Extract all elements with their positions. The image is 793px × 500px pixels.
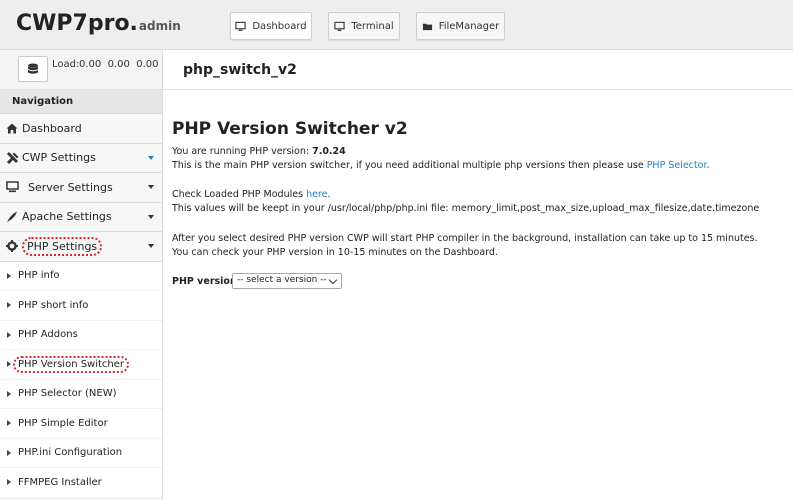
php-selector-link[interactable]: PHP Selector — [647, 160, 707, 171]
main-content: PHP Version Switcher v2 You are running … — [163, 91, 793, 500]
monitor-icon — [334, 21, 345, 31]
subitem-label: PHP Simple Editor — [18, 417, 108, 429]
sidebar-subitem-php-short-info[interactable]: PHP short info — [0, 291, 162, 321]
subitem-label: PHP info — [18, 270, 60, 282]
install-info-line-1: After you select desired PHP version CWP… — [172, 233, 758, 244]
sidebar-subitem-php-selector[interactable]: PHP Selector (NEW) — [0, 380, 162, 409]
chevron-down-icon — [148, 244, 154, 248]
sidebar-item-label: Dashboard — [22, 121, 82, 135]
caret-right-icon — [7, 449, 11, 456]
modules-suffix: . — [327, 189, 331, 200]
content-heading: PHP Version Switcher v2 — [172, 119, 408, 139]
sidebar-subitem-php-ini-configuration[interactable]: PHP.ini Configuration — [0, 439, 162, 468]
subitem-label: PHP short info — [18, 299, 89, 311]
running-version-value: 7.0.24 — [312, 146, 346, 157]
modules-line: Check Loaded PHP Modules here. — [172, 189, 331, 200]
brand-logo[interactable]: CWP7pro.admin — [16, 11, 181, 36]
top-header: CWP7pro.admin Dashboard Terminal FileMan… — [0, 0, 793, 50]
chevron-down-icon — [148, 185, 154, 189]
filemanager-button-label: FileManager — [438, 20, 500, 32]
sidebar-subitem-ffmpeg-installer[interactable]: FFMPEG Installer — [0, 468, 162, 498]
monitor-icon — [235, 21, 246, 31]
database-icon — [28, 63, 38, 74]
feather-icon — [5, 210, 19, 224]
terminal-button[interactable]: Terminal — [328, 12, 400, 40]
sidebar-item-php-settings[interactable]: PHP Settings — [0, 232, 162, 262]
filemanager-button[interactable]: FileManager — [416, 12, 505, 40]
brand-name: CWP7pro. — [16, 11, 138, 36]
sidebar-item-server-settings[interactable]: Server Settings — [0, 173, 162, 203]
load-label: Load: — [52, 59, 80, 70]
sidebar-item-label: PHP Settings — [22, 236, 103, 256]
sidebar-subitem-php-addons[interactable]: PHP Addons — [0, 321, 162, 350]
database-button[interactable] — [18, 56, 48, 82]
sidebar-item-label: Server Settings — [28, 180, 113, 194]
description-line: This is the main PHP version switcher, i… — [172, 160, 710, 171]
running-version-line: You are running PHP version: 7.0.24 — [172, 146, 346, 157]
sidebar-item-cwp-settings[interactable]: CWP Settings — [0, 143, 162, 173]
running-version-prefix: You are running PHP version: — [172, 146, 313, 157]
modules-text: Check Loaded PHP Modules — [172, 189, 307, 200]
gear-icon — [5, 239, 19, 253]
chevron-down-icon — [148, 155, 154, 160]
caret-right-icon — [7, 479, 11, 486]
chevron-down-icon — [328, 275, 338, 285]
php-version-label: PHP version: — [172, 276, 241, 287]
php-settings-submenu: PHP info PHP short info PHP Addons PHP V… — [0, 261, 162, 498]
sidebar-item-dashboard[interactable]: Dashboard — [0, 114, 162, 144]
load-bar: Load: 0.00 0.00 0.00 — [0, 50, 163, 90]
terminal-button-label: Terminal — [351, 20, 394, 32]
server-icon — [5, 180, 19, 194]
sidebar: Navigation Dashboard CWP Settings Server… — [0, 90, 163, 500]
page-title: php_switch_v2 — [183, 62, 297, 78]
php-ini-values-line: This values will be keept in your /usr/l… — [172, 203, 760, 214]
caret-right-icon — [7, 331, 11, 338]
tools-icon — [5, 151, 19, 165]
page-title-bar: php_switch_v2 — [163, 50, 793, 90]
description-suffix: . — [706, 160, 710, 171]
php-version-select[interactable]: -- select a version -- — [232, 273, 342, 289]
nav-heading: Navigation — [0, 90, 162, 114]
caret-right-icon — [7, 361, 11, 368]
sidebar-item-label: CWP Settings — [22, 151, 96, 165]
sidebar-subitem-php-info[interactable]: PHP info — [0, 262, 162, 291]
sidebar-item-apache-settings[interactable]: Apache Settings — [0, 202, 162, 232]
home-icon — [5, 121, 19, 135]
caret-right-icon — [7, 420, 11, 427]
chevron-down-icon — [148, 214, 154, 219]
php-version-select-value: -- select a version -- — [237, 275, 327, 285]
sidebar-subitem-php-version-switcher[interactable]: PHP Version Switcher — [0, 350, 162, 380]
caret-right-icon — [7, 390, 11, 397]
brand-sub: admin — [138, 19, 181, 33]
subitem-label: PHP.ini Configuration — [18, 447, 123, 459]
folder-icon — [422, 23, 432, 30]
load-values: 0.00 0.00 0.00 — [79, 59, 159, 70]
modules-here-link[interactable]: here — [306, 189, 327, 200]
dashboard-button-label: Dashboard — [252, 20, 307, 32]
description-text: This is the main PHP version switcher, i… — [172, 160, 647, 171]
install-info-line-2: You can check your PHP version in 10-15 … — [172, 247, 498, 258]
dashboard-button[interactable]: Dashboard — [230, 12, 312, 40]
caret-right-icon — [7, 302, 11, 309]
subitem-label: PHP Version Switcher — [13, 355, 130, 373]
caret-right-icon — [7, 272, 11, 279]
sidebar-subitem-php-simple-editor[interactable]: PHP Simple Editor — [0, 409, 162, 439]
subitem-label: FFMPEG Installer — [18, 476, 102, 488]
subitem-label: PHP Selector (NEW) — [18, 388, 117, 400]
subitem-label: PHP Addons — [18, 329, 78, 341]
sidebar-item-label: Apache Settings — [22, 210, 112, 224]
